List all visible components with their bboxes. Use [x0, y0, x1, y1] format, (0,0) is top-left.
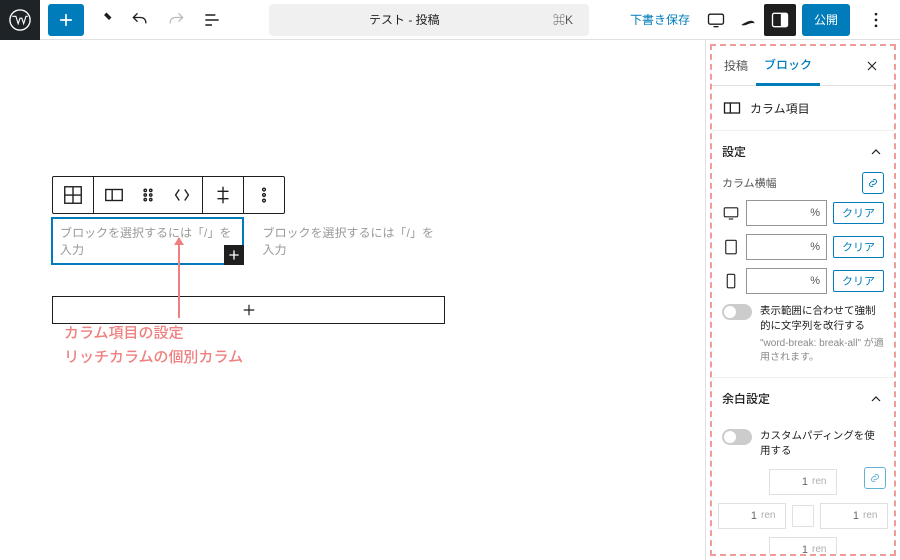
block-placeholder: ブロックを選択するには「/」を入力 — [60, 226, 231, 257]
publish-button[interactable]: 公開 — [802, 4, 850, 36]
move-icon[interactable] — [162, 177, 202, 213]
clear-button-mobile[interactable]: クリア — [833, 270, 884, 292]
mobile-icon — [722, 272, 740, 290]
annotation-arrow — [178, 238, 180, 318]
width-input-tablet[interactable] — [747, 241, 804, 253]
chevron-up-icon — [868, 144, 884, 160]
column-item-selected[interactable]: ブロックを選択するには「/」を入力 — [52, 218, 243, 264]
block-more-icon[interactable] — [244, 177, 284, 213]
clear-button-tablet[interactable]: クリア — [833, 236, 884, 258]
settings-sidebar: 投稿 ブロック カラム項目 設定 カラム横幅 — [705, 40, 900, 560]
block-placeholder: ブロックを選択するには「/」を入力 — [263, 226, 434, 257]
more-options-button[interactable] — [860, 4, 892, 36]
desktop-icon — [722, 204, 740, 222]
save-draft-link[interactable]: 下書き保存 — [630, 11, 690, 28]
force-break-label: 表示範囲に合わせて強制的に文字列を改行する — [760, 304, 884, 333]
clear-button-desktop[interactable]: クリア — [833, 202, 884, 224]
width-row-mobile: % クリア — [722, 268, 884, 294]
align-icon[interactable] — [203, 177, 243, 213]
block-toolbar — [52, 176, 285, 214]
document-title-bar[interactable]: テスト - 投稿 ⌘K — [269, 4, 589, 36]
width-input-desktop[interactable] — [747, 207, 804, 219]
tab-block[interactable]: ブロック — [756, 46, 820, 86]
width-row-desktop: % クリア — [722, 200, 884, 226]
link-values-button[interactable] — [862, 172, 884, 194]
width-input-mobile[interactable] — [747, 275, 804, 287]
editor-canvas[interactable]: ブロックを選択するには「/」を入力 ブロックを選択するには「/」を入力 カラム項… — [0, 40, 705, 560]
force-break-toggle[interactable] — [722, 304, 752, 320]
tab-post[interactable]: 投稿 — [716, 46, 756, 86]
outline-button[interactable] — [196, 4, 228, 36]
block-type-icon[interactable] — [53, 177, 93, 213]
width-row-tablet: % クリア — [722, 234, 884, 260]
column-item[interactable]: ブロックを選択するには「/」を入力 — [255, 218, 446, 264]
width-field-label: カラム横幅 — [722, 175, 777, 191]
block-name-row: カラム項目 — [712, 86, 894, 131]
chevron-up-icon — [868, 391, 884, 407]
tablet-icon — [722, 238, 740, 256]
column-block-icon — [722, 98, 742, 118]
redo-button[interactable] — [160, 4, 192, 36]
padding-center-icon — [792, 505, 814, 527]
wp-logo[interactable] — [0, 0, 40, 40]
custom-padding-label: カスタムパディングを使用する — [760, 429, 884, 458]
panel-spacing-toggle[interactable]: 余白設定 — [712, 378, 894, 419]
padding-right[interactable]: ren — [820, 503, 888, 529]
columns-block: ブロックを選択するには「/」を入力 ブロックを選択するには「/」を入力 — [52, 218, 445, 324]
padding-left[interactable]: ren — [718, 503, 786, 529]
command-shortcut: ⌘K — [553, 11, 573, 28]
jetpack-icon[interactable] — [732, 4, 764, 36]
undo-button[interactable] — [124, 4, 156, 36]
padding-top[interactable]: ren — [769, 469, 837, 495]
block-appender-button[interactable] — [224, 245, 244, 265]
tools-button[interactable] — [88, 4, 120, 36]
column-select-icon[interactable] — [94, 177, 134, 213]
sidebar-toggle-button[interactable] — [764, 4, 796, 36]
padding-link-button[interactable] — [864, 467, 886, 489]
annotation-text: カラム項目の設定 リッチカラムの個別カラム — [64, 322, 243, 370]
document-title: テスト - 投稿 — [369, 11, 440, 28]
row-appender-button[interactable] — [52, 296, 445, 324]
panel-settings-toggle[interactable]: 設定 — [712, 131, 894, 172]
force-break-help: "word-break: break-all" が適用されます。 — [760, 337, 884, 365]
drag-handle-icon[interactable] — [134, 177, 162, 213]
padding-bottom[interactable]: ren — [769, 537, 837, 556]
add-block-button[interactable] — [48, 4, 84, 36]
close-sidebar-button[interactable] — [858, 52, 886, 80]
custom-padding-toggle[interactable] — [722, 429, 752, 445]
padding-control: ren ren ren ren — [722, 469, 884, 556]
view-desktop-icon[interactable] — [700, 4, 732, 36]
